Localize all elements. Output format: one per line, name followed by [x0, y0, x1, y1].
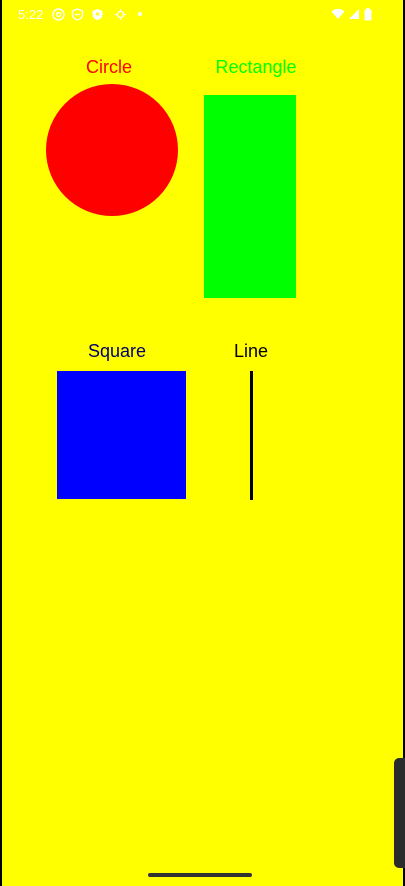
- at-sign-icon: [51, 7, 65, 21]
- status-bar: 5:22: [2, 0, 403, 30]
- rectangle-label: Rectangle: [215, 57, 297, 77]
- app-screen: 5:22 Circle Rectangle Square Line: [2, 0, 403, 886]
- line-shape: [250, 371, 253, 500]
- rectangle-shape: [204, 95, 296, 298]
- square-shape: [57, 371, 186, 499]
- edge-panel-handle[interactable]: [394, 758, 405, 868]
- circle-label: Circle: [85, 57, 132, 77]
- gesture-nav-handle[interactable]: [148, 873, 252, 877]
- shield-icon: [70, 7, 84, 21]
- wifi-icon: [331, 7, 345, 21]
- cell-signal-icon: [347, 7, 361, 21]
- square-label: Square: [87, 341, 147, 361]
- circle-shape: [46, 84, 178, 216]
- status-time: 5:22: [18, 7, 44, 22]
- battery-icon: [361, 7, 375, 21]
- vpn-key-icon: [90, 7, 104, 21]
- dot-icon: [133, 7, 147, 21]
- location-icon: [113, 7, 127, 21]
- line-label: Line: [233, 341, 269, 361]
